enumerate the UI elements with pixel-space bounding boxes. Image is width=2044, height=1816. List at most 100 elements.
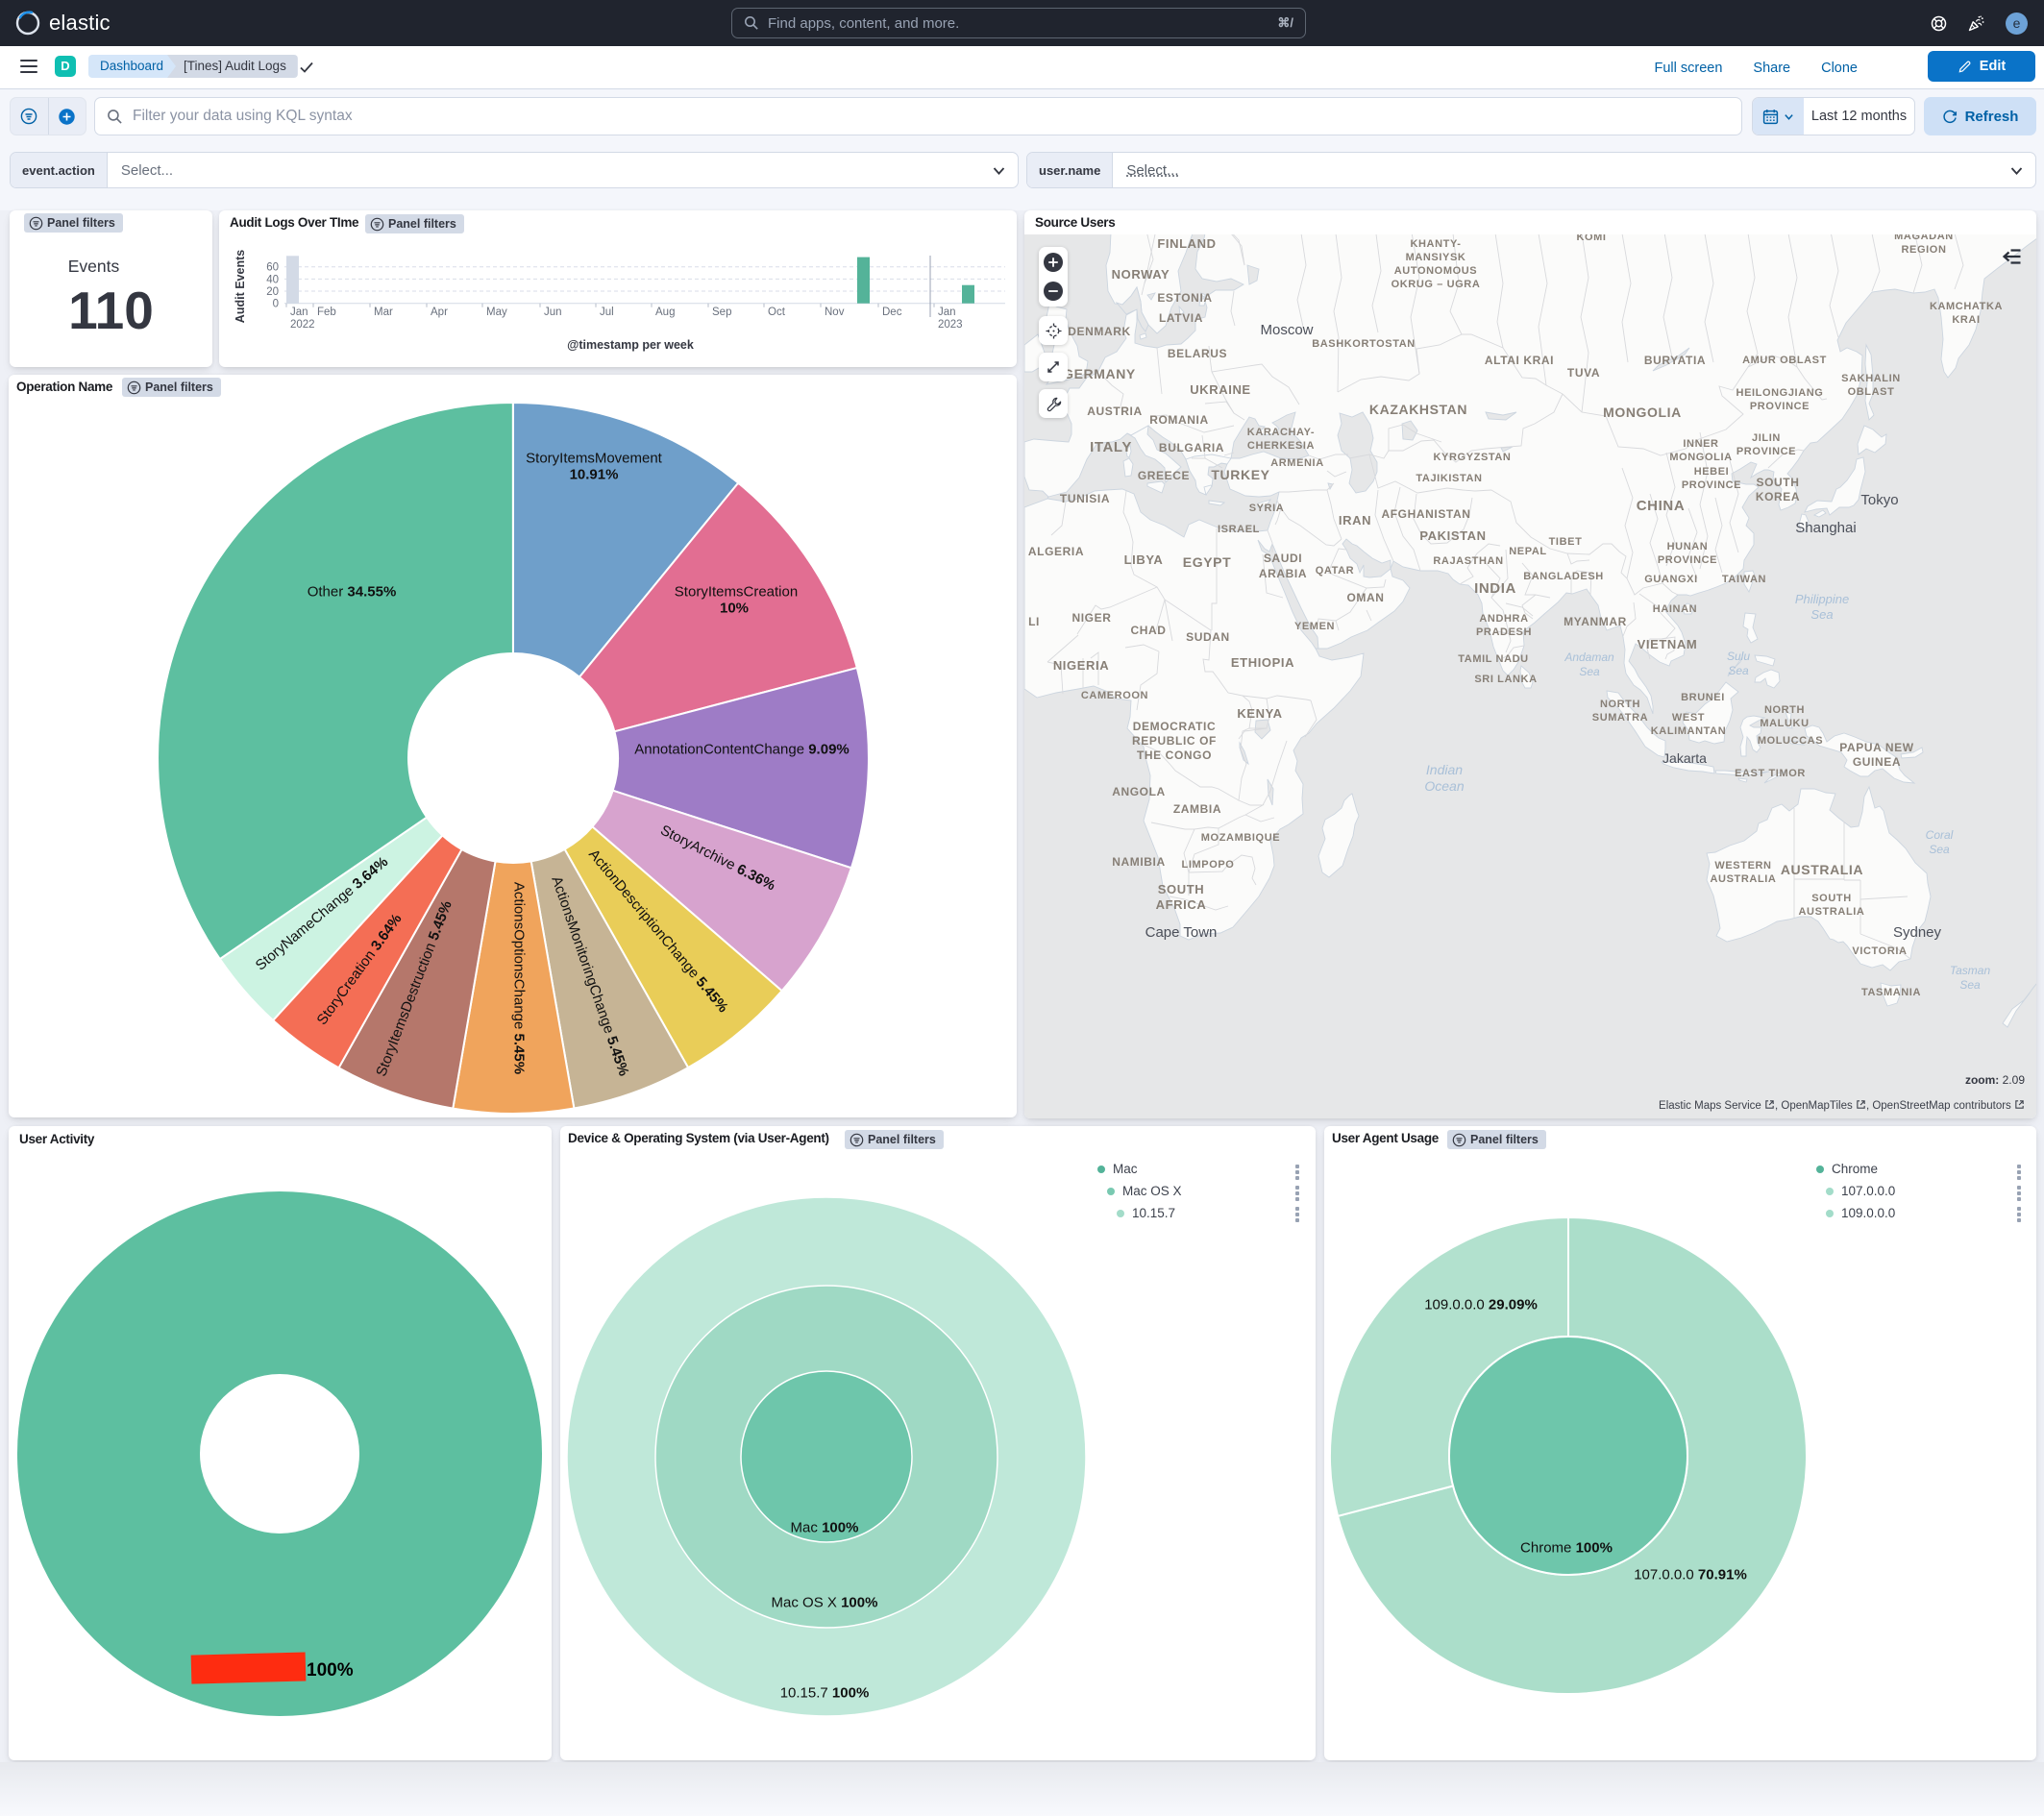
svg-text:KRAI: KRAI (1952, 314, 1980, 326)
svg-text:SYRIA: SYRIA (1249, 503, 1285, 514)
svg-text:ROMANIA: ROMANIA (1149, 413, 1209, 427)
svg-text:RAJASTHAN: RAJASTHAN (1433, 555, 1503, 567)
svg-text:NIGERIA: NIGERIA (1053, 658, 1109, 673)
svg-text:IRAN: IRAN (1339, 513, 1371, 528)
svg-text:AUSTRALIA: AUSTRALIA (1799, 906, 1865, 918)
svg-text:AUTONOMOUS: AUTONOMOUS (1394, 265, 1477, 277)
svg-text:0: 0 (273, 299, 279, 310)
svg-text:WEST: WEST (1672, 712, 1705, 724)
svg-text:SRI LANKA: SRI LANKA (1474, 674, 1537, 685)
svg-text:AMUR OBLAST: AMUR OBLAST (1742, 355, 1827, 366)
svg-text:PROVINCE: PROVINCE (1750, 401, 1810, 412)
svg-text:BRUNEI: BRUNEI (1681, 692, 1725, 703)
svg-text:2022: 2022 (290, 319, 315, 331)
svg-text:ALTAI KRAI: ALTAI KRAI (1485, 354, 1554, 367)
svg-text:THE CONGO: THE CONGO (1137, 748, 1212, 762)
svg-text:20: 20 (266, 286, 279, 298)
svg-text:ARABIA: ARABIA (1259, 567, 1307, 580)
svg-text:Dec: Dec (882, 307, 902, 318)
svg-text:Feb: Feb (317, 307, 336, 318)
svg-text:MYANMAR: MYANMAR (1564, 615, 1627, 628)
svg-text:TURKEY: TURKEY (1211, 467, 1269, 482)
svg-text:FINLAND: FINLAND (1157, 236, 1216, 251)
svg-text:Jakarta: Jakarta (1662, 750, 1707, 766)
svg-text:OBLAST: OBLAST (1848, 386, 1895, 398)
svg-text:SAUDI: SAUDI (1264, 552, 1302, 565)
svg-text:Mar: Mar (374, 307, 393, 318)
svg-text:Jun: Jun (544, 307, 562, 318)
svg-text:AUSTRALIA: AUSTRALIA (1711, 873, 1777, 885)
svg-text:Shanghai: Shanghai (1795, 520, 1856, 536)
svg-text:Tasman: Tasman (1950, 964, 1991, 977)
svg-text:AFGHANISTAN: AFGHANISTAN (1381, 507, 1470, 521)
svg-text:Apr: Apr (431, 307, 448, 318)
svg-text:Ocean: Ocean (1424, 778, 1464, 794)
svg-text:VIETNAM: VIETNAM (1638, 637, 1698, 651)
svg-text:LATVIA: LATVIA (1159, 311, 1203, 325)
svg-text:MONGOLIA: MONGOLIA (1669, 452, 1732, 463)
svg-text:OKRUG – UGRA: OKRUG – UGRA (1391, 279, 1481, 290)
svg-text:AUSTRIA: AUSTRIA (1087, 405, 1143, 418)
svg-text:NORWAY: NORWAY (1112, 267, 1170, 282)
svg-text:KALIMANTAN: KALIMANTAN (1651, 725, 1727, 737)
svg-text:HUNAN: HUNAN (1667, 541, 1709, 552)
svg-text:KAMCHATKA: KAMCHATKA (1930, 301, 2003, 312)
svg-text:AFRICA: AFRICA (1156, 897, 1207, 912)
svg-text:Sea: Sea (1929, 843, 1950, 856)
svg-text:Coral: Coral (1926, 828, 1954, 842)
svg-text:PROVINCE: PROVINCE (1736, 446, 1796, 457)
svg-text:MALUKU: MALUKU (1760, 718, 1809, 729)
svg-text:WESTERN: WESTERN (1714, 860, 1771, 871)
svg-text:KOREA: KOREA (1756, 490, 1800, 503)
svg-text:Sulu: Sulu (1727, 650, 1750, 663)
svg-text:Tokyo: Tokyo (1860, 492, 1898, 508)
svg-text:SOUTH: SOUTH (1757, 476, 1800, 489)
svg-text:Oct: Oct (768, 307, 786, 318)
svg-text:TASMANIA: TASMANIA (1861, 987, 1921, 998)
svg-text:BURYATIA: BURYATIA (1644, 354, 1706, 367)
svg-text:Jan: Jan (290, 307, 308, 318)
svg-text:BELARUS: BELARUS (1168, 347, 1227, 360)
svg-text:ZAMBIA: ZAMBIA (1173, 802, 1221, 816)
svg-text:UKRAINE: UKRAINE (1190, 382, 1250, 397)
svg-text:KENYA: KENYA (1237, 706, 1282, 721)
svg-text:PRADESH: PRADESH (1476, 626, 1532, 638)
svg-text:Sydney: Sydney (1893, 924, 1942, 941)
svg-text:GUANGXI: GUANGXI (1644, 574, 1698, 585)
svg-text:EAST TIMOR: EAST TIMOR (1735, 768, 1806, 779)
svg-text:NEPAL: NEPAL (1509, 546, 1546, 557)
svg-text:CHINA: CHINA (1637, 498, 1686, 514)
svg-text:Audit Events: Audit Events (234, 250, 247, 323)
svg-text:TIBET: TIBET (1549, 536, 1583, 548)
svg-text:LI: LI (1028, 615, 1040, 628)
svg-text:YEMEN: YEMEN (1294, 621, 1335, 632)
svg-text:EGYPT: EGYPT (1183, 554, 1231, 570)
svg-text:PAKISTAN: PAKISTAN (1419, 528, 1486, 543)
svg-text:ANGOLA: ANGOLA (1112, 785, 1166, 798)
svg-text:TAMIL NADU: TAMIL NADU (1458, 653, 1528, 665)
svg-text:MAGADAN: MAGADAN (1894, 234, 1954, 242)
svg-text:Cape Town: Cape Town (1145, 924, 1218, 941)
svg-text:AUSTRALIA: AUSTRALIA (1781, 862, 1863, 877)
svg-text:May: May (486, 307, 507, 318)
svg-text:GERMANY: GERMANY (1063, 366, 1136, 381)
svg-text:Andaman: Andaman (1564, 650, 1614, 664)
svg-text:SOUTH: SOUTH (1811, 893, 1852, 904)
svg-text:BANGLADESH: BANGLADESH (1523, 571, 1604, 582)
svg-text:2023: 2023 (938, 319, 963, 331)
svg-text:Sep: Sep (712, 307, 731, 318)
svg-text:INNER: INNER (1683, 438, 1718, 450)
svg-text:Jan: Jan (938, 307, 956, 318)
svg-text:SUDAN: SUDAN (1186, 630, 1230, 644)
svg-text:INDIA: INDIA (1474, 580, 1516, 597)
svg-text:BULGARIA: BULGARIA (1159, 441, 1224, 454)
svg-text:LIMPOPO: LIMPOPO (1182, 859, 1235, 871)
svg-text:NORTH: NORTH (1600, 699, 1640, 710)
svg-text:HAINAN: HAINAN (1653, 603, 1697, 615)
svg-text:MONGOLIA: MONGOLIA (1603, 405, 1682, 420)
svg-text:BASHKORTOSTAN: BASHKORTOSTAN (1312, 338, 1416, 350)
svg-text:TUNISIA: TUNISIA (1060, 492, 1110, 505)
svg-text:ANDHRA: ANDHRA (1479, 613, 1528, 625)
svg-text:KOMI: KOMI (1576, 234, 1606, 243)
svg-text:Sea: Sea (1728, 664, 1749, 677)
